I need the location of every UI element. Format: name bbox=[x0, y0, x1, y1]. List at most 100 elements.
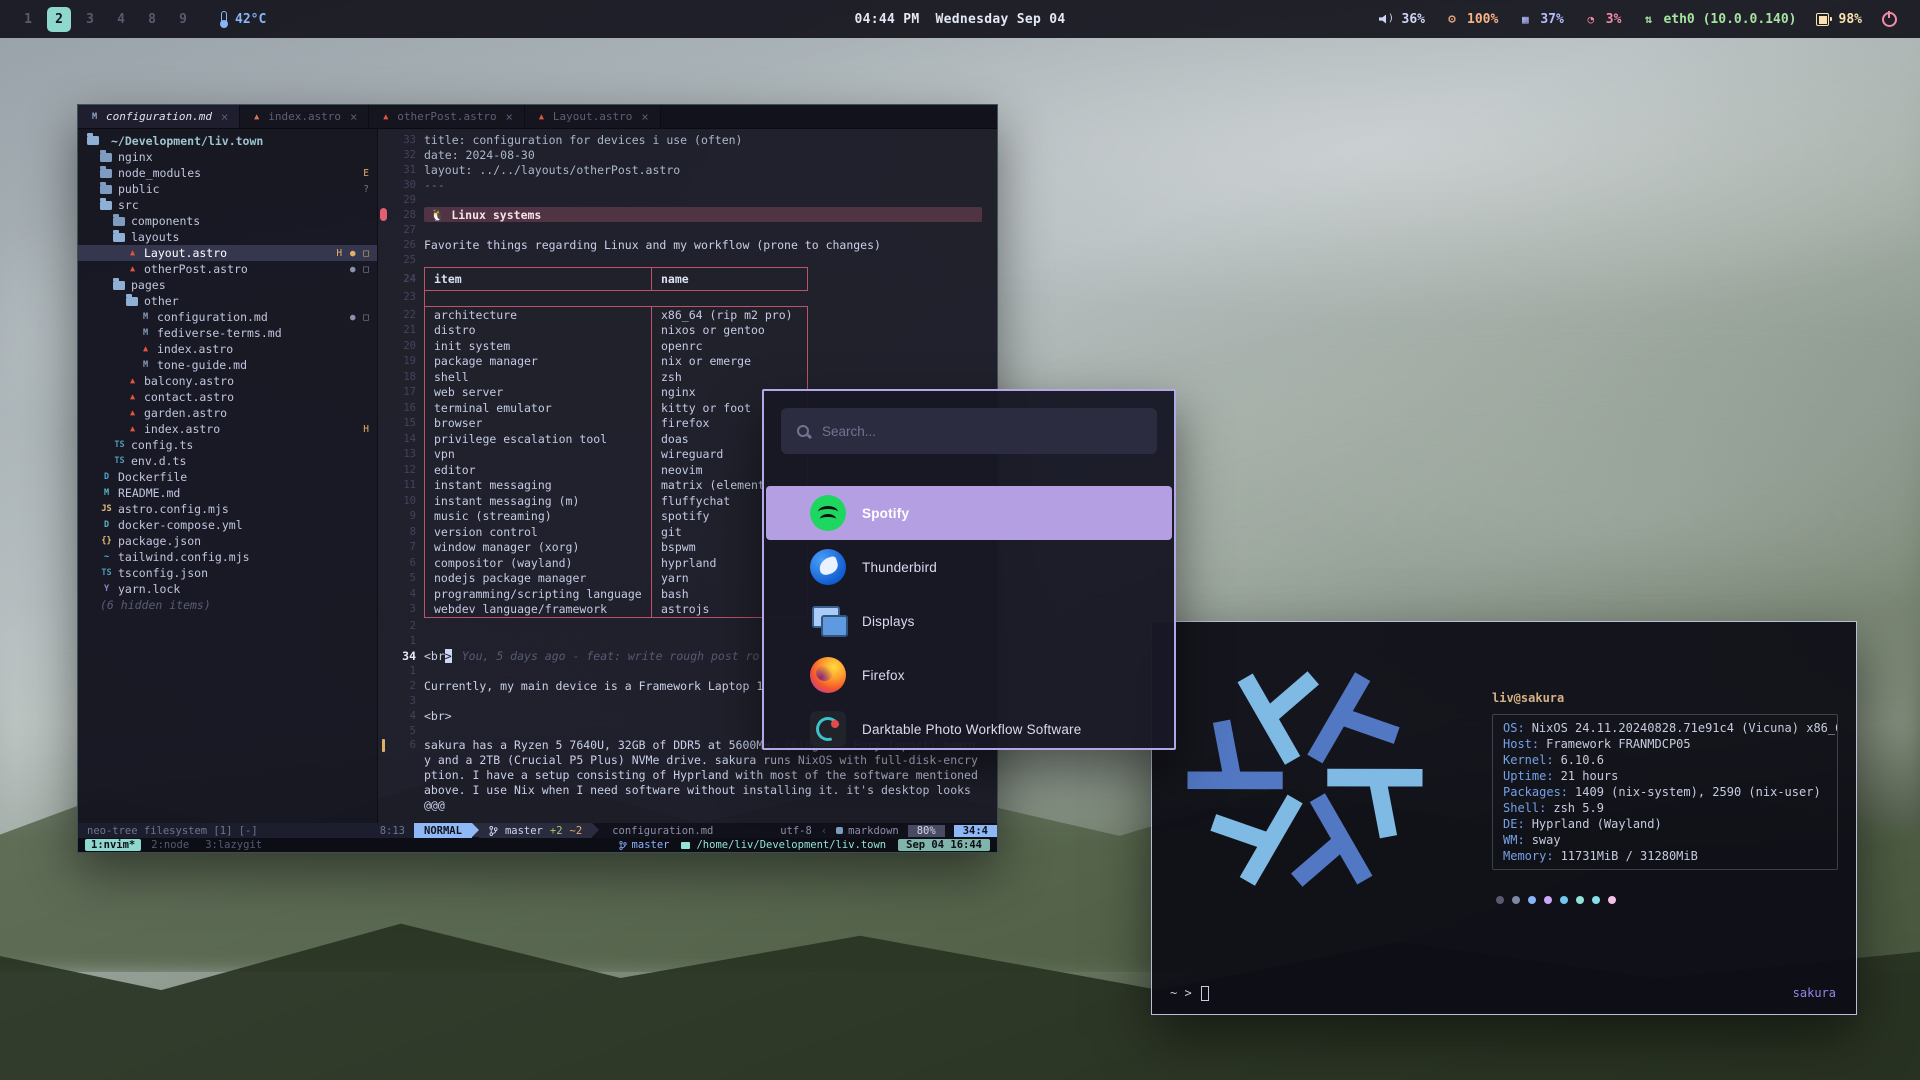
close-icon[interactable]: × bbox=[641, 110, 648, 124]
editor-tab[interactable]: ▲ otherPost.astro × bbox=[369, 105, 525, 128]
tree-item[interactable]: (6 hidden items) bbox=[78, 597, 377, 613]
clock[interactable]: 04:44 PM Wednesday Sep 04 bbox=[854, 12, 1065, 27]
git-changed: ~2 bbox=[570, 825, 583, 837]
launcher-entry[interactable]: Firefox bbox=[766, 648, 1172, 702]
launcher-entry[interactable]: Thunderbird bbox=[766, 540, 1172, 594]
tree-item[interactable]: nginx bbox=[78, 149, 377, 165]
editor-line: 33 title: configuration for devices i us… bbox=[378, 132, 997, 147]
tree-item[interactable]: ~ tailwind.config.mjs bbox=[78, 549, 377, 565]
tree-item[interactable]: layouts bbox=[78, 229, 377, 245]
tree-item-label: Dockerfile bbox=[118, 470, 187, 484]
editor-line: 29 bbox=[378, 192, 997, 207]
bar-module[interactable] bbox=[1881, 12, 1904, 27]
line-number: 21 bbox=[403, 324, 416, 336]
mode-indicator: NORMAL bbox=[414, 823, 472, 838]
tmux-window[interactable]: 2:node bbox=[145, 839, 195, 851]
table-cell-name: zsh bbox=[651, 369, 807, 385]
workspace-button[interactable]: 4 bbox=[109, 7, 133, 32]
tree-item[interactable]: M tone-guide.md bbox=[78, 357, 377, 373]
info-key: WM: bbox=[1503, 833, 1525, 847]
bar-module[interactable]: 100% bbox=[1444, 12, 1498, 27]
tree-item[interactable]: TS env.d.ts bbox=[78, 453, 377, 469]
tree-item-label: (6 hidden items) bbox=[100, 598, 211, 612]
statusline-filename: configuration.md bbox=[599, 823, 713, 838]
workspace-button[interactable]: 9 bbox=[171, 7, 195, 32]
tmux-window[interactable]: 1:nvim* bbox=[85, 839, 141, 851]
tree-item[interactable]: TS tsconfig.json bbox=[78, 565, 377, 581]
tree-item[interactable]: ▲ garden.astro bbox=[78, 405, 377, 421]
workspace-button[interactable]: 2 bbox=[47, 7, 71, 32]
tree-item-label: astro.config.mjs bbox=[118, 502, 229, 516]
editor-tab[interactable]: ▲ index.astro × bbox=[240, 105, 369, 128]
git-status-badge: ● □ bbox=[350, 264, 370, 275]
info-key: DE: bbox=[1503, 817, 1525, 831]
search-box[interactable] bbox=[781, 408, 1157, 454]
bar-module[interactable]: 36% bbox=[1379, 12, 1425, 27]
tree-item[interactable]: TS config.ts bbox=[78, 437, 377, 453]
launcher-entry[interactable]: Darktable Photo Workflow Software bbox=[766, 702, 1172, 750]
bar-module[interactable]: 37% bbox=[1517, 12, 1563, 27]
workspace-button[interactable]: 1 bbox=[16, 7, 40, 32]
tree-item[interactable]: ▲ Layout.astro H ● □ bbox=[78, 245, 377, 261]
docker-icon: D bbox=[100, 520, 113, 530]
markdown-icon: M bbox=[89, 112, 100, 122]
tree-item[interactable]: src bbox=[78, 197, 377, 213]
close-icon[interactable]: × bbox=[350, 110, 357, 124]
editor-line: 26 Favorite things regarding Linux and m… bbox=[378, 237, 997, 252]
neotree-statusline: neo-tree filesystem [1] [-] 8:13 bbox=[78, 823, 414, 838]
tree-item[interactable]: M fediverse-terms.md bbox=[78, 325, 377, 341]
tree-root-path: ~/Development/liv.town bbox=[111, 134, 263, 148]
editor-line: 31 layout: ../../layouts/otherPost.astro bbox=[378, 162, 997, 177]
bar-module[interactable]: 98% bbox=[1816, 12, 1862, 27]
astro-icon: ▲ bbox=[126, 424, 139, 434]
tree-item[interactable]: {} package.json bbox=[78, 533, 377, 549]
tree-item[interactable]: ▲ contact.astro bbox=[78, 389, 377, 405]
editor-tab[interactable]: ▲ Layout.astro × bbox=[525, 105, 661, 128]
close-icon[interactable]: × bbox=[506, 110, 513, 124]
line-number: 19 bbox=[403, 355, 416, 367]
info-value: 21 hours bbox=[1561, 769, 1619, 783]
tree-item[interactable]: D docker-compose.yml bbox=[78, 517, 377, 533]
tree-item[interactable]: M configuration.md ● □ bbox=[78, 309, 377, 325]
editor-tab[interactable]: M configuration.md × bbox=[78, 105, 240, 128]
file-tree: ~/Development/liv.town nginx node_modul bbox=[78, 129, 378, 823]
markdown-heading-line: 28 🐧 Linux systems bbox=[378, 207, 997, 222]
tree-item[interactable]: components bbox=[78, 213, 377, 229]
launcher-entry[interactable]: Displays bbox=[766, 594, 1172, 648]
column-header: name bbox=[651, 268, 807, 290]
tree-item[interactable]: JS astro.config.mjs bbox=[78, 501, 377, 517]
launcher-entry[interactable]: Spotify bbox=[766, 486, 1172, 540]
gear-icon bbox=[1444, 12, 1460, 27]
thunderbird-icon bbox=[810, 549, 846, 585]
app-name: Displays bbox=[862, 614, 915, 629]
bar-module[interactable]: eth0 (10.0.0.140) bbox=[1640, 12, 1796, 27]
tab-label: Layout.astro bbox=[553, 110, 632, 123]
tree-item[interactable]: ▲ otherPost.astro ● □ bbox=[78, 261, 377, 277]
scroll-progress: 80% bbox=[908, 825, 945, 837]
line-number: 1 bbox=[389, 665, 416, 677]
tree-item[interactable]: public ? bbox=[78, 181, 377, 197]
shell-prompt-line[interactable]: ~ > sakura bbox=[1170, 985, 1836, 1001]
line-number: 22 bbox=[403, 309, 416, 321]
javascript-icon: JS bbox=[100, 504, 113, 514]
tree-item[interactable]: ▲ index.astro bbox=[78, 341, 377, 357]
tree-item[interactable]: pages bbox=[78, 277, 377, 293]
tree-item[interactable]: node_modules E bbox=[78, 165, 377, 181]
workspace-button[interactable]: 3 bbox=[78, 7, 102, 32]
tree-root[interactable]: ~/Development/liv.town bbox=[78, 132, 377, 149]
tree-item[interactable]: ▲ balcony.astro bbox=[78, 373, 377, 389]
bar-module[interactable]: 3% bbox=[1583, 12, 1622, 27]
close-icon[interactable]: × bbox=[221, 110, 228, 124]
search-input[interactable] bbox=[822, 424, 1142, 439]
tmux-window[interactable]: 3:lazygit bbox=[199, 839, 268, 851]
tree-item[interactable]: ▲ index.astro H bbox=[78, 421, 377, 437]
tree-item[interactable]: D Dockerfile bbox=[78, 469, 377, 485]
tree-item-label: layouts bbox=[131, 230, 179, 244]
penguin-icon: 🐧 bbox=[430, 208, 444, 222]
tree-item[interactable]: M README.md bbox=[78, 485, 377, 501]
line-number: 26 bbox=[389, 239, 416, 251]
workspace-button[interactable]: 8 bbox=[140, 7, 164, 32]
folder-icon bbox=[100, 201, 112, 210]
tree-item[interactable]: Y yarn.lock bbox=[78, 581, 377, 597]
tree-item[interactable]: other bbox=[78, 293, 377, 309]
